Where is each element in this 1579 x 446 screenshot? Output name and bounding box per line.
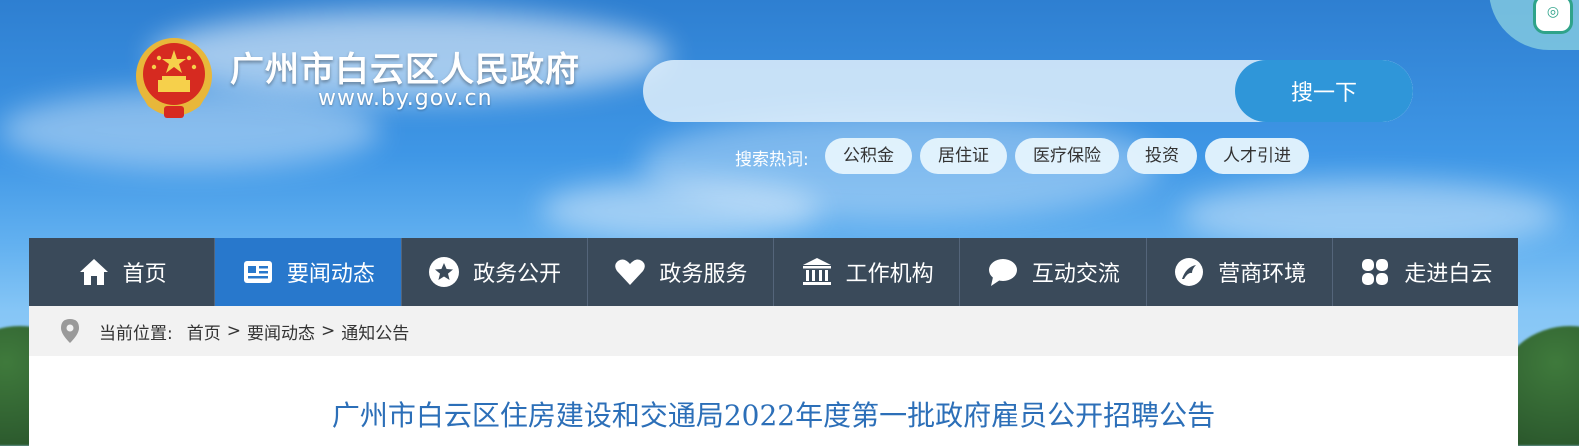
location-pin-icon xyxy=(61,319,79,343)
nav-item-label: 走进白云 xyxy=(1404,262,1493,287)
hot-search-label: 搜索热词: xyxy=(735,150,809,170)
nav-item-label: 要闻动态 xyxy=(286,262,375,287)
nav-item-business[interactable]: 营商环境 xyxy=(1147,238,1333,306)
clover-icon xyxy=(1358,255,1392,289)
article-content: 广州市白云区住房建设和交通局2022年度第一批政府雇员公开招聘公告 xyxy=(29,356,1518,446)
accessibility-icon: ◎ xyxy=(1533,0,1573,34)
breadcrumb-separator: > xyxy=(320,321,336,341)
search-button[interactable]: 搜一下 xyxy=(1235,60,1413,122)
hot-search-tags: 公积金 居住证 医疗保险 投资 人才引进 xyxy=(825,138,1309,174)
hot-tag-gongjijin[interactable]: 公积金 xyxy=(825,138,912,174)
business-icon xyxy=(1172,255,1206,289)
nav-item-gov-services[interactable]: 政务服务 xyxy=(588,238,774,306)
breadcrumb-label: 当前位置: xyxy=(99,323,173,344)
home-icon xyxy=(77,255,111,289)
breadcrumb-item-home[interactable]: 首页 xyxy=(187,319,221,344)
star-icon xyxy=(427,255,461,289)
breadcrumb-item-news[interactable]: 要闻动态 xyxy=(247,319,315,344)
nav-item-label: 互动交流 xyxy=(1031,262,1120,287)
search-input[interactable] xyxy=(667,60,1231,122)
breadcrumb: 当前位置: 首页 > 要闻动态 > 通知公告 xyxy=(29,306,1518,356)
hot-tag-yiliaobaoxian[interactable]: 医疗保险 xyxy=(1015,138,1119,174)
site-name[interactable]: 广州市白云区人民政府 xyxy=(230,42,580,91)
hot-tag-juzhuzheng[interactable]: 居住证 xyxy=(920,138,1007,174)
nav-item-label: 首页 xyxy=(122,262,167,287)
cloud-decoration xyxy=(540,180,820,240)
main-nav: 首页 要闻动态 政务公开 政务服务 工作机构 互动交流 营商环境 走进白云 xyxy=(29,238,1518,306)
nav-item-label: 营商环境 xyxy=(1218,262,1307,287)
news-icon xyxy=(241,255,275,289)
nav-item-news[interactable]: 要闻动态 xyxy=(215,238,402,306)
corner-badge[interactable]: ◎ xyxy=(1489,0,1579,50)
nav-item-label: 政务公开 xyxy=(473,262,562,287)
breadcrumb-separator: > xyxy=(226,321,241,341)
nav-item-home[interactable]: 首页 xyxy=(29,238,216,306)
nav-item-institutions[interactable]: 工作机构 xyxy=(774,238,961,306)
search-box: 搜一下 xyxy=(643,60,1413,122)
article-title: 广州市白云区住房建设和交通局2022年度第一批政府雇员公开招聘公告 xyxy=(331,399,1216,432)
national-emblem-icon xyxy=(136,38,212,118)
chat-icon xyxy=(986,255,1020,289)
breadcrumb-item-notices[interactable]: 通知公告 xyxy=(341,319,409,344)
nav-item-gov-affairs[interactable]: 政务公开 xyxy=(402,238,588,306)
institution-icon xyxy=(800,255,834,289)
nav-item-label: 工作机构 xyxy=(845,262,934,287)
hot-tag-rencaiyinjin[interactable]: 人才引进 xyxy=(1205,138,1309,174)
nav-item-label: 政务服务 xyxy=(659,262,748,287)
hot-tag-touzi[interactable]: 投资 xyxy=(1127,138,1197,174)
nav-item-interaction[interactable]: 互动交流 xyxy=(960,238,1147,306)
site-url[interactable]: www.by.gov.cn xyxy=(318,86,493,111)
nav-item-about-baiyun[interactable]: 走进白云 xyxy=(1333,238,1518,306)
heart-icon xyxy=(613,255,647,289)
